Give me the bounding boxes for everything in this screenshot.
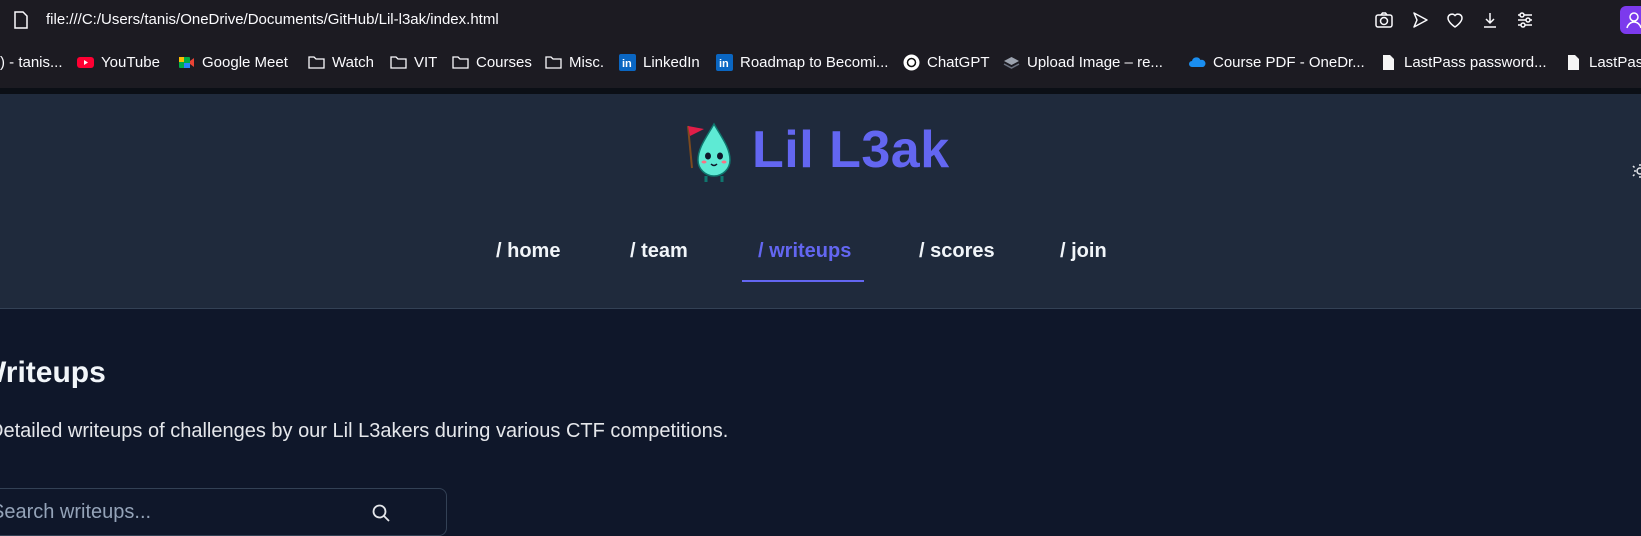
bookmark-item[interactable]: LastPass password... <box>1380 54 1547 71</box>
bookmark-item[interactable]: in LinkedIn <box>619 54 700 71</box>
browser-address-bar: file:///C:/Users/tanis/OneDrive/Document… <box>0 0 1641 40</box>
mascot-logo[interactable] <box>676 116 740 186</box>
page-description: Detailed writeups of challenges by our L… <box>0 420 729 442</box>
send-icon[interactable] <box>1410 10 1430 30</box>
bookmark-label: LastPass password... <box>1404 54 1547 71</box>
folder-icon <box>545 56 562 69</box>
nav-writeups[interactable]: / writeups <box>758 240 851 263</box>
active-nav-indicator <box>742 280 864 282</box>
bookmark-item[interactable]: ) - tanis... <box>0 54 63 71</box>
bookmark-label: Roadmap to Becomi... <box>740 54 889 71</box>
document-icon <box>1568 55 1579 70</box>
bookmark-label: LinkedIn <box>643 54 700 71</box>
bookmark-item[interactable]: YouTube <box>77 54 160 71</box>
folder-icon <box>308 56 325 69</box>
bookmark-label: ) - tanis... <box>0 54 63 71</box>
download-icon[interactable] <box>1480 10 1500 30</box>
sun-icon[interactable] <box>1630 164 1641 178</box>
screenshot-icon[interactable] <box>1374 10 1394 30</box>
search-input[interactable] <box>0 489 393 535</box>
bookmark-label: Upload Image – re... <box>1027 54 1163 71</box>
site-header: Lil L3ak / home / team / writeups / scor… <box>0 94 1641 309</box>
search-box <box>0 488 447 536</box>
bookmark-item[interactable]: LastPass <box>1565 54 1641 71</box>
search-icon[interactable] <box>371 503 391 523</box>
linkedin-icon: in <box>716 54 733 71</box>
svg-text:in: in <box>622 58 632 70</box>
bookmark-item[interactable]: Watch <box>308 54 374 71</box>
main-nav: / home / team / writeups / scores / join <box>0 240 1641 282</box>
url-text[interactable]: file:///C:/Users/tanis/OneDrive/Document… <box>46 11 499 28</box>
nav-home[interactable]: / home <box>496 240 560 263</box>
bookmark-item[interactable]: Upload Image – re... <box>1003 54 1163 71</box>
account-avatar[interactable] <box>1620 6 1641 34</box>
bookmark-label: Misc. <box>569 54 604 71</box>
svg-text:in: in <box>719 58 729 70</box>
bookmark-label: LastPass <box>1589 54 1641 71</box>
nav-join[interactable]: / join <box>1060 240 1107 263</box>
bookmark-item[interactable]: in Roadmap to Becomi... <box>716 54 888 71</box>
heart-icon[interactable] <box>1445 10 1465 30</box>
bookmark-label: VIT <box>414 54 438 71</box>
bookmark-label: Watch <box>332 54 374 71</box>
bookmark-item[interactable]: ChatGPT <box>903 54 990 71</box>
bookmark-item[interactable]: VIT <box>390 54 437 71</box>
bookmark-label: Courses <box>476 54 532 71</box>
nav-scores[interactable]: / scores <box>919 240 995 263</box>
folder-icon <box>390 56 407 69</box>
bookmarks-bar: ) - tanis... YouTube Google Meet Watch V… <box>0 40 1641 88</box>
bookmark-label: Course PDF - OneDr... <box>1213 54 1365 71</box>
chatgpt-icon <box>903 54 920 71</box>
page-icon <box>14 11 28 29</box>
linkedin-icon: in <box>619 54 636 71</box>
person-icon <box>1626 12 1641 29</box>
bookmark-item[interactable]: Courses <box>452 54 532 71</box>
nav-team[interactable]: / team <box>630 240 688 263</box>
folder-icon <box>452 56 469 69</box>
site-title[interactable]: Lil L3ak <box>752 120 950 180</box>
onedrive-icon <box>1189 57 1206 67</box>
document-icon <box>1383 55 1394 70</box>
bookmark-label: ChatGPT <box>927 54 990 71</box>
youtube-icon <box>77 57 94 68</box>
bookmark-item[interactable]: Misc. <box>545 54 604 71</box>
stack-icon <box>1003 57 1020 69</box>
bookmark-label: Google Meet <box>202 54 288 71</box>
bookmark-item[interactable]: Course PDF - OneDr... <box>1189 54 1365 71</box>
page-title: Writeups <box>0 356 106 389</box>
google-meet-icon <box>179 57 194 68</box>
bookmark-item[interactable]: Google Meet <box>178 54 288 71</box>
bookmark-label: YouTube <box>101 54 160 71</box>
settings-sliders-icon[interactable] <box>1515 10 1535 30</box>
